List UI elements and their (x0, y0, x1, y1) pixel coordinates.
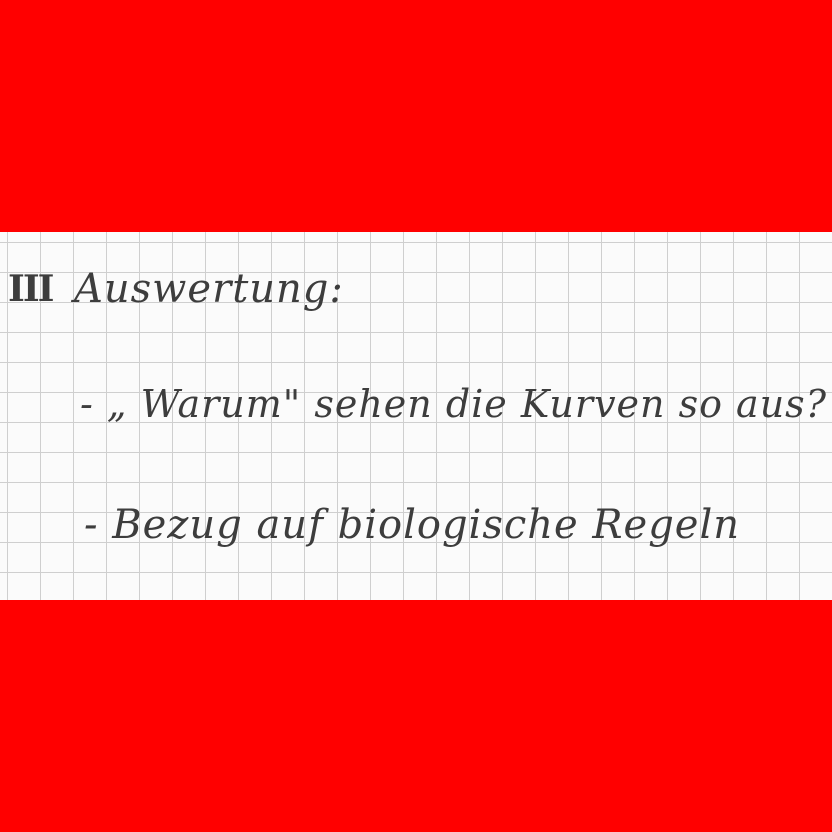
section-number: III (8, 268, 55, 310)
bullet-item: - Bezug auf biologische Regeln (84, 502, 741, 548)
bullet-item: - „ Warum" sehen die Kurven so aus? (80, 382, 828, 426)
bottom-red-band (0, 600, 832, 832)
section-heading: Auswertung: (74, 266, 344, 312)
image-frame: III Auswertung: - „ Warum" sehen die Kur… (0, 0, 832, 832)
grid-paper-note: III Auswertung: - „ Warum" sehen die Kur… (0, 232, 832, 600)
top-red-band (0, 0, 832, 232)
